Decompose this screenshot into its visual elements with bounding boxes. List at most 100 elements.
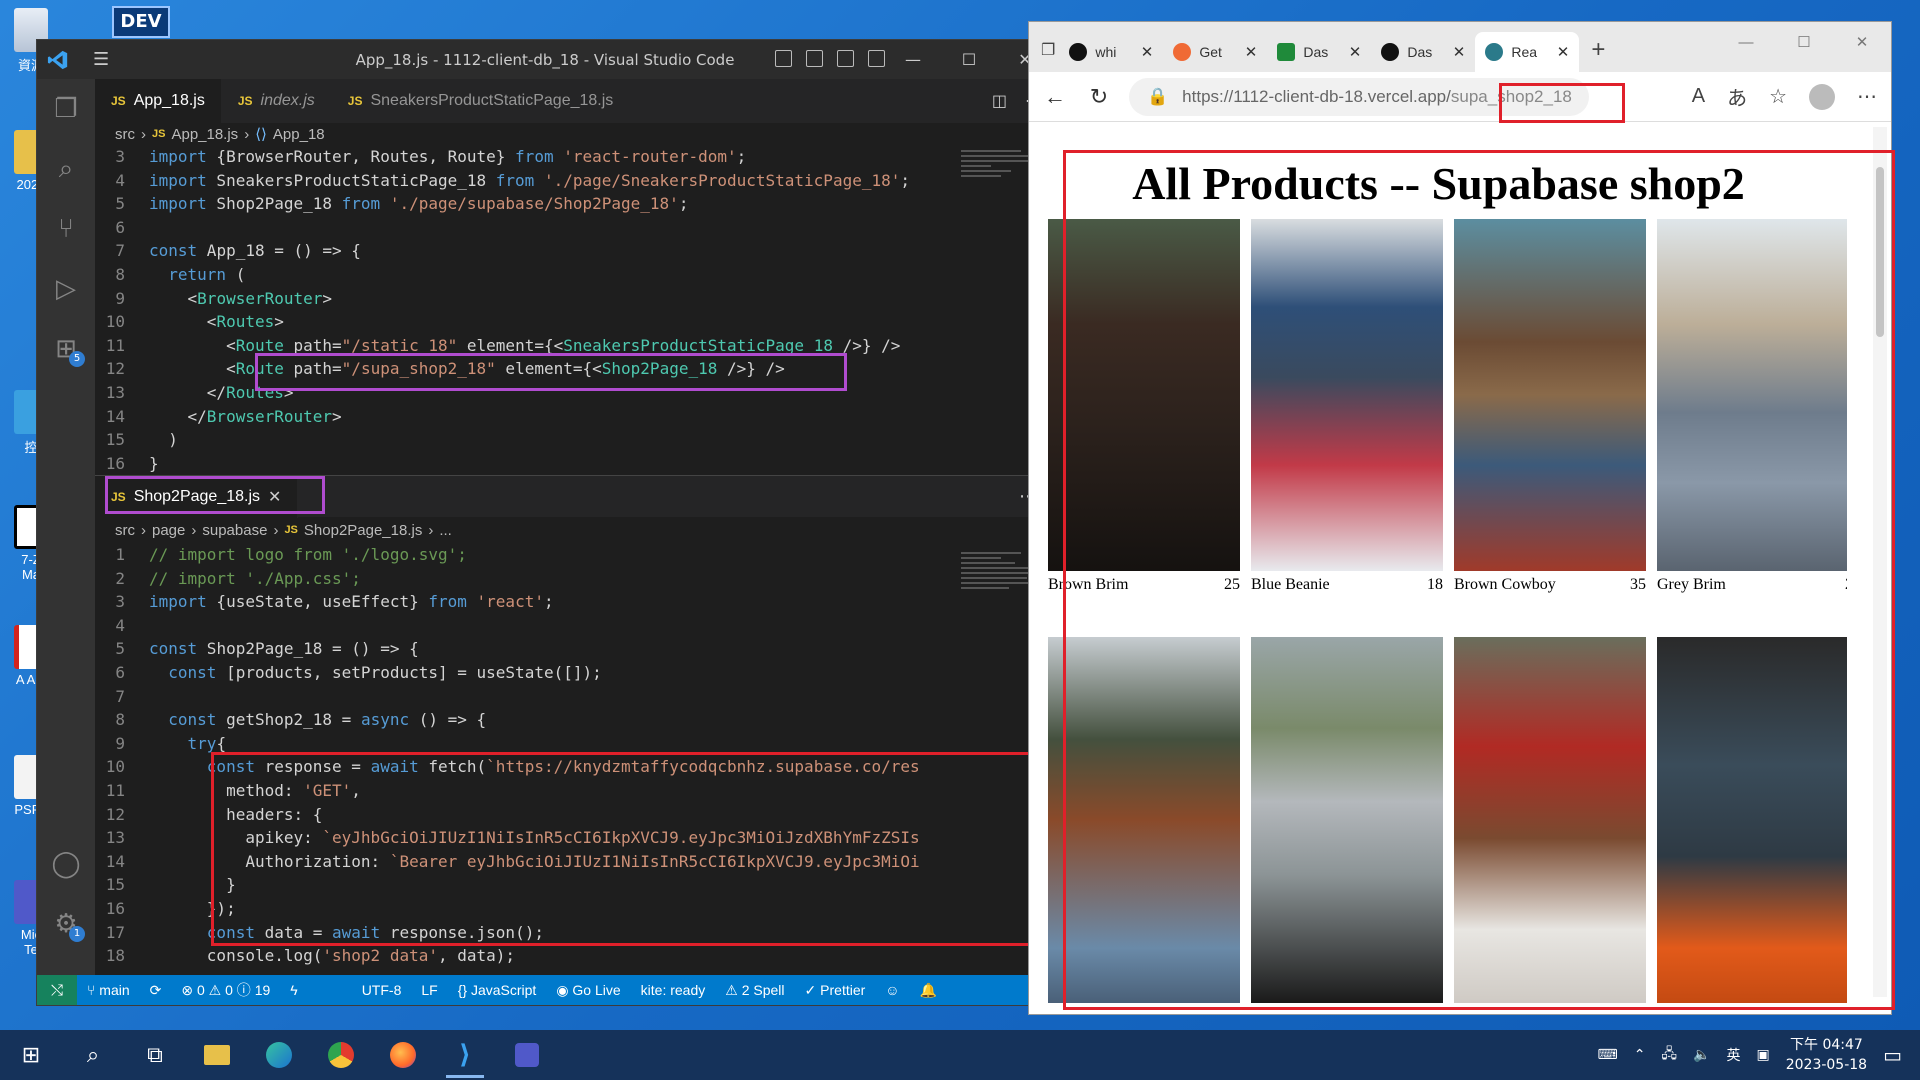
eol-status[interactable]: LF: [411, 982, 447, 998]
keyboard-icon[interactable]: ⌨: [1597, 1047, 1617, 1063]
code-line[interactable]: 14 </BrowserRouter>: [95, 405, 1053, 429]
maximize-icon[interactable]: ☐: [941, 40, 997, 79]
problems-status[interactable]: ⊗ 0 ⚠ 0 ⓘ 19: [171, 980, 280, 1000]
refresh-icon[interactable]: ↻: [1085, 84, 1113, 110]
code-line[interactable]: 12 <Route path="/supa_shop2_18" element=…: [95, 357, 1053, 381]
toggle-panel-icon[interactable]: [806, 50, 823, 67]
golive-status[interactable]: ◉ Go Live: [546, 982, 630, 999]
edge-icon[interactable]: [248, 1030, 310, 1080]
teams-taskbar-icon[interactable]: [496, 1030, 558, 1080]
scrollbar-thumb[interactable]: [1876, 167, 1884, 337]
code-line[interactable]: 17 const data = await response.json();: [95, 921, 1053, 945]
code-line[interactable]: 2 // import './App.css';: [95, 567, 1053, 591]
explorer-icon[interactable]: ❐: [37, 79, 95, 139]
tab-index[interactable]: JS index.js: [222, 79, 332, 123]
code-line[interactable]: 12 headers: {: [95, 803, 1053, 827]
browser-tab-dashboard-1[interactable]: Das ✕: [1267, 32, 1371, 72]
sync-icon[interactable]: ⟳: [140, 982, 172, 999]
product-card[interactable]: Grey Brim 25: [1657, 219, 1847, 594]
code-line[interactable]: 8 return (: [95, 263, 1053, 287]
toggle-secondary-sidebar-icon[interactable]: [837, 50, 854, 67]
close-tab-icon[interactable]: ✕: [1453, 43, 1466, 61]
product-card[interactable]: Brown Brim 25: [1048, 219, 1240, 594]
close-tab-icon[interactable]: ✕: [268, 487, 281, 507]
code-line[interactable]: 13 </Routes>: [95, 381, 1053, 405]
browser-tab-react-app[interactable]: Rea ✕: [1475, 32, 1580, 72]
tab-shop2page[interactable]: JS Shop2Page_18.js ✕: [95, 475, 299, 518]
minimize-icon[interactable]: —: [1717, 22, 1775, 62]
code-line[interactable]: 6: [95, 216, 1053, 240]
close-tab-icon[interactable]: ✕: [1557, 43, 1570, 61]
breadcrumb-item[interactable]: App_18.js: [171, 126, 238, 143]
tab-actions-icon[interactable]: ❐: [1041, 40, 1055, 60]
clock[interactable]: 下午 04:47 2023-05-18: [1786, 1035, 1867, 1075]
code-line[interactable]: 9 <BrowserRouter>: [95, 287, 1053, 311]
code-line[interactable]: 11 <Route path="/static_18" element={<Sn…: [95, 334, 1053, 358]
minimize-icon[interactable]: —: [885, 40, 941, 79]
maximize-icon[interactable]: ☐: [1775, 22, 1833, 62]
new-tab-icon[interactable]: +: [1591, 36, 1605, 64]
code-line[interactable]: 16 });: [95, 897, 1053, 921]
translate-icon[interactable]: あ: [1727, 82, 1747, 111]
code-line[interactable]: 3 import {BrowserRouter, Routes, Route} f…: [95, 145, 1053, 169]
gear-icon[interactable]: ⚙ 1: [37, 894, 95, 954]
code-line[interactable]: 3 import {useState, useEffect} from 'reac…: [95, 590, 1053, 614]
browser-tab-github[interactable]: whi ✕: [1059, 32, 1163, 72]
code-line[interactable]: 10 <Routes>: [95, 310, 1053, 334]
breadcrumb-item[interactable]: src: [115, 522, 135, 539]
code-line[interactable]: 11 method: 'GET',: [95, 779, 1053, 803]
code-line[interactable]: 5 import Shop2Page_18 from './page/supaba…: [95, 192, 1053, 216]
customize-layout-icon[interactable]: [868, 50, 885, 67]
firefox-icon[interactable]: [372, 1030, 434, 1080]
breadcrumb-item[interactable]: App_18: [273, 126, 325, 143]
prettier-status[interactable]: ✓ Prettier: [795, 982, 876, 999]
code-line[interactable]: 7: [95, 685, 1053, 709]
branch-status[interactable]: ⑂ main: [77, 982, 140, 998]
code-line[interactable]: 4 import SneakersProductStaticPage_18 fro…: [95, 169, 1053, 193]
dev-app-icon[interactable]: DEV: [112, 6, 170, 38]
tab-sneakers-page[interactable]: JS SneakersProductStaticPage_18.js: [332, 79, 631, 123]
toggle-sidebar-icon[interactable]: [775, 50, 792, 67]
code-line[interactable]: 14 Authorization: `Bearer eyJhbGciOiJIUz…: [95, 850, 1053, 874]
code-line[interactable]: 4: [95, 614, 1053, 638]
feedback-icon[interactable]: ☺: [875, 982, 909, 998]
task-view-icon[interactable]: ⧉: [124, 1030, 186, 1080]
code-editor-top[interactable]: 3 import {BrowserRouter, Routes, Route} f…: [95, 145, 1053, 475]
code-line[interactable]: 15 }: [95, 873, 1053, 897]
code-line[interactable]: 9 try{: [95, 732, 1053, 756]
code-line[interactable]: 13 apikey: `eyJhbGciOiJIUzI1NiIsInR5cCI6…: [95, 826, 1053, 850]
code-line[interactable]: 1 // import logo from './logo.svg';: [95, 543, 1053, 567]
breadcrumb-item[interactable]: supabase: [202, 522, 267, 539]
windows-start-icon[interactable]: ⊞: [0, 1030, 62, 1080]
bolt-icon[interactable]: ϟ: [280, 982, 307, 998]
search-icon[interactable]: ⌕: [37, 139, 95, 199]
product-card[interactable]: [1048, 637, 1240, 1003]
breadcrumb-item[interactable]: page: [152, 522, 185, 539]
code-line[interactable]: 6 const [products, setProducts] = useSta…: [95, 661, 1053, 685]
volume-icon[interactable]: 🔈: [1693, 1047, 1710, 1063]
code-line[interactable]: 15 ): [95, 428, 1053, 452]
browser-tab-get[interactable]: Get ✕: [1163, 32, 1267, 72]
hamburger-menu-icon[interactable]: ☰: [93, 49, 109, 70]
code-line[interactable]: 16}: [95, 452, 1053, 475]
tab-app-18[interactable]: JS App_18.js: [95, 79, 222, 123]
code-line[interactable]: 7 const App_18 = () => {: [95, 239, 1053, 263]
chrome-icon[interactable]: [310, 1030, 372, 1080]
language-status[interactable]: {} JavaScript: [448, 982, 547, 998]
browser-tab-dashboard-2[interactable]: Das ✕: [1371, 32, 1475, 72]
ime-indicator[interactable]: 英: [1726, 1045, 1740, 1065]
code-line[interactable]: 5 const Shop2Page_18 = () => {: [95, 637, 1053, 661]
source-control-icon[interactable]: ⑂: [37, 199, 95, 259]
network-icon[interactable]: 🖧: [1661, 1043, 1677, 1067]
page-scrollbar[interactable]: [1873, 127, 1887, 997]
run-debug-icon[interactable]: ▷: [37, 259, 95, 319]
breadcrumb-item[interactable]: ...: [439, 522, 452, 539]
code-line[interactable]: 10 const response = await fetch(`https:/…: [95, 755, 1053, 779]
close-tab-icon[interactable]: ✕: [1245, 43, 1258, 61]
code-line[interactable]: 18 console.log('shop2 data', data);: [95, 944, 1053, 968]
code-line[interactable]: 8 const getShop2_18 = async () => {: [95, 708, 1053, 732]
breadcrumb-item[interactable]: src: [115, 126, 135, 143]
encoding-status[interactable]: UTF-8: [352, 982, 412, 998]
file-explorer-icon[interactable]: [186, 1030, 248, 1080]
settings-more-icon[interactable]: ⋯: [1857, 84, 1877, 109]
